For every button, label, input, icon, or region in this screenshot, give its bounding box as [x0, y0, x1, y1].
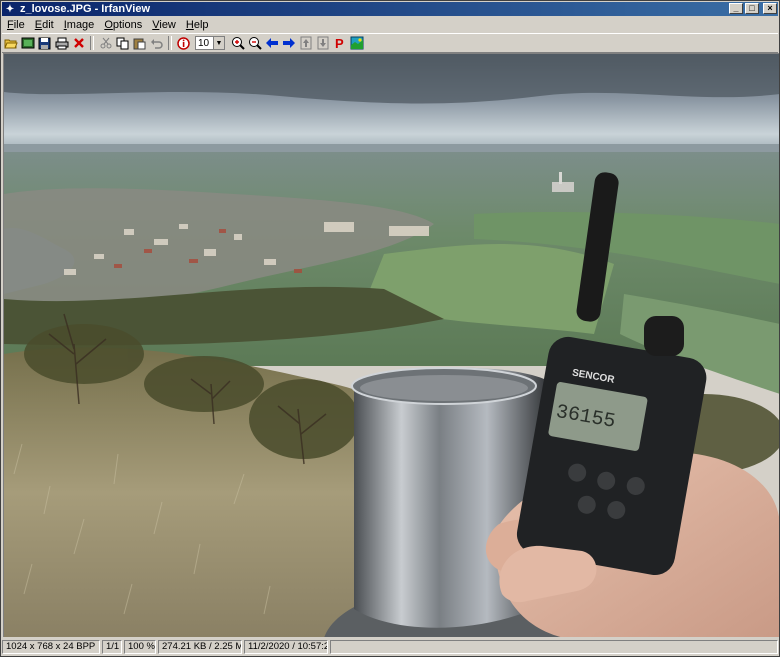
- last-icon[interactable]: [314, 35, 331, 51]
- next-icon[interactable]: [280, 35, 297, 51]
- paste-icon[interactable]: [131, 35, 148, 51]
- status-bar: 1024 x 768 x 24 BPP 1/1 100 % 274.21 KB …: [2, 638, 778, 655]
- photo-landscape: 36155 SENCOR: [4, 54, 779, 637]
- menu-file[interactable]: File: [2, 19, 30, 31]
- window-controls: _ □ ×: [729, 3, 777, 14]
- paint-icon[interactable]: P: [331, 35, 348, 51]
- irfanview-window: ✦ z_lovose.JPG - IrfanView _ □ × File Ed…: [0, 0, 780, 657]
- menu-help[interactable]: Help: [181, 19, 214, 31]
- first-icon[interactable]: [297, 35, 314, 51]
- status-index: 1/1: [102, 639, 122, 654]
- previous-icon[interactable]: [263, 35, 280, 51]
- status-filesize: 274.21 KB / 2.25 MB: [158, 639, 242, 654]
- close-button[interactable]: ×: [763, 3, 777, 14]
- menu-image[interactable]: Image: [59, 19, 100, 31]
- maximize-button[interactable]: □: [745, 3, 759, 14]
- status-datetime: 11/2/2020 / 10:57:21: [244, 639, 328, 654]
- status-dimensions: 1024 x 768 x 24 BPP: [2, 639, 100, 654]
- effects-icon[interactable]: [348, 35, 365, 51]
- menu-options[interactable]: Options: [99, 19, 147, 31]
- title-bar[interactable]: ✦ z_lovose.JPG - IrfanView _ □ ×: [2, 2, 778, 16]
- window-title: z_lovose.JPG - IrfanView: [20, 3, 151, 15]
- status-spacer: [330, 639, 778, 654]
- zoom-select-value: 10: [198, 37, 210, 49]
- slideshow-icon[interactable]: [19, 35, 36, 51]
- copy-icon[interactable]: [114, 35, 131, 51]
- zoom-in-icon[interactable]: [229, 35, 246, 51]
- toolbar-separator: [90, 36, 94, 50]
- zoom-out-icon[interactable]: [246, 35, 263, 51]
- toolbar-separator: [168, 36, 172, 50]
- menu-edit[interactable]: Edit: [30, 19, 59, 31]
- print-icon[interactable]: [53, 35, 70, 51]
- chevron-down-icon[interactable]: ▼: [213, 37, 224, 49]
- menu-bar: File Edit Image Options View Help: [2, 17, 778, 33]
- app-pin-icon[interactable]: ✦: [4, 3, 16, 15]
- menu-view[interactable]: View: [147, 19, 181, 31]
- zoom-select[interactable]: 10 ▼: [195, 36, 225, 50]
- cut-icon[interactable]: [97, 35, 114, 51]
- open-icon[interactable]: [2, 35, 19, 51]
- delete-icon[interactable]: [70, 35, 87, 51]
- status-zoom: 100 %: [124, 639, 156, 654]
- undo-icon[interactable]: [148, 35, 165, 51]
- info-icon[interactable]: [175, 35, 192, 51]
- toolbar: 10 ▼ P: [2, 33, 778, 53]
- svg-text:P: P: [335, 37, 344, 50]
- save-icon[interactable]: [36, 35, 53, 51]
- minimize-button[interactable]: _: [729, 3, 743, 14]
- image-viewport[interactable]: 36155 SENCOR: [3, 53, 779, 637]
